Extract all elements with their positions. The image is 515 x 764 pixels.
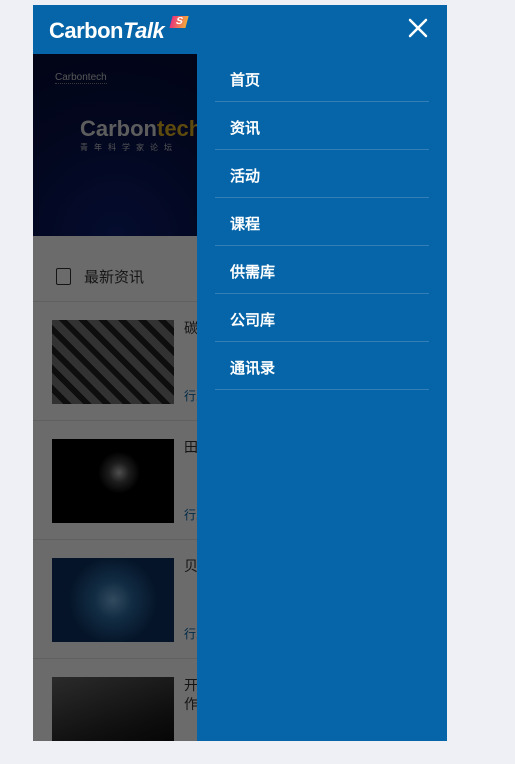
news-title: 碳 xyxy=(184,321,198,337)
news-thumbnail xyxy=(52,558,174,642)
menu-item-contacts[interactable]: 通讯录 xyxy=(215,342,429,390)
carbontalk-logo[interactable]: CarbonTalk S xyxy=(49,16,189,44)
menu-label: 课程 xyxy=(230,215,261,233)
banner-title-b: tech xyxy=(157,116,203,141)
menu-item-courses[interactable]: 课程 xyxy=(215,198,429,246)
menu-item-supply-demand[interactable]: 供需库 xyxy=(215,246,429,294)
menu-label: 供需库 xyxy=(230,263,276,281)
banner-title: Carbontech xyxy=(80,116,202,142)
news-title: 田 xyxy=(184,440,198,456)
section-title: 最新资讯 xyxy=(84,268,145,286)
menu-label: 通讯录 xyxy=(230,359,276,377)
close-icon[interactable] xyxy=(407,17,429,39)
logo-badge: S xyxy=(169,16,189,28)
menu-label: 活动 xyxy=(230,167,261,185)
menu-label: 资讯 xyxy=(230,119,261,137)
banner-subtitle: 青年科学家论坛 xyxy=(80,143,178,152)
news-title: 开 作 xyxy=(184,678,198,713)
news-title: 贝 xyxy=(184,559,198,575)
menu-item-home[interactable]: 首页 xyxy=(215,54,429,102)
header: CarbonTalk S xyxy=(33,5,447,54)
nav-drawer: 首页 资讯 活动 课程 供需库 公司库 通讯录 xyxy=(197,54,447,741)
menu-item-events[interactable]: 活动 xyxy=(215,150,429,198)
menu-item-news[interactable]: 资讯 xyxy=(215,102,429,150)
logo-text: Carbon xyxy=(49,18,124,43)
menu-item-companies[interactable]: 公司库 xyxy=(215,294,429,342)
banner-title-a: Carbon xyxy=(80,116,157,141)
logo-italic-text: Talk xyxy=(123,18,165,43)
news-thumbnail xyxy=(52,320,174,404)
news-thumbnail xyxy=(52,677,174,741)
banner-small-logo: Carbontech xyxy=(55,72,107,84)
mobile-app: CarbonTalk S Carbontech Carbontech 青年科学家论… xyxy=(33,5,447,741)
news-thumbnail xyxy=(52,439,174,523)
menu-label: 公司库 xyxy=(230,311,276,329)
menu-label: 首页 xyxy=(230,71,261,89)
document-icon xyxy=(56,268,71,285)
